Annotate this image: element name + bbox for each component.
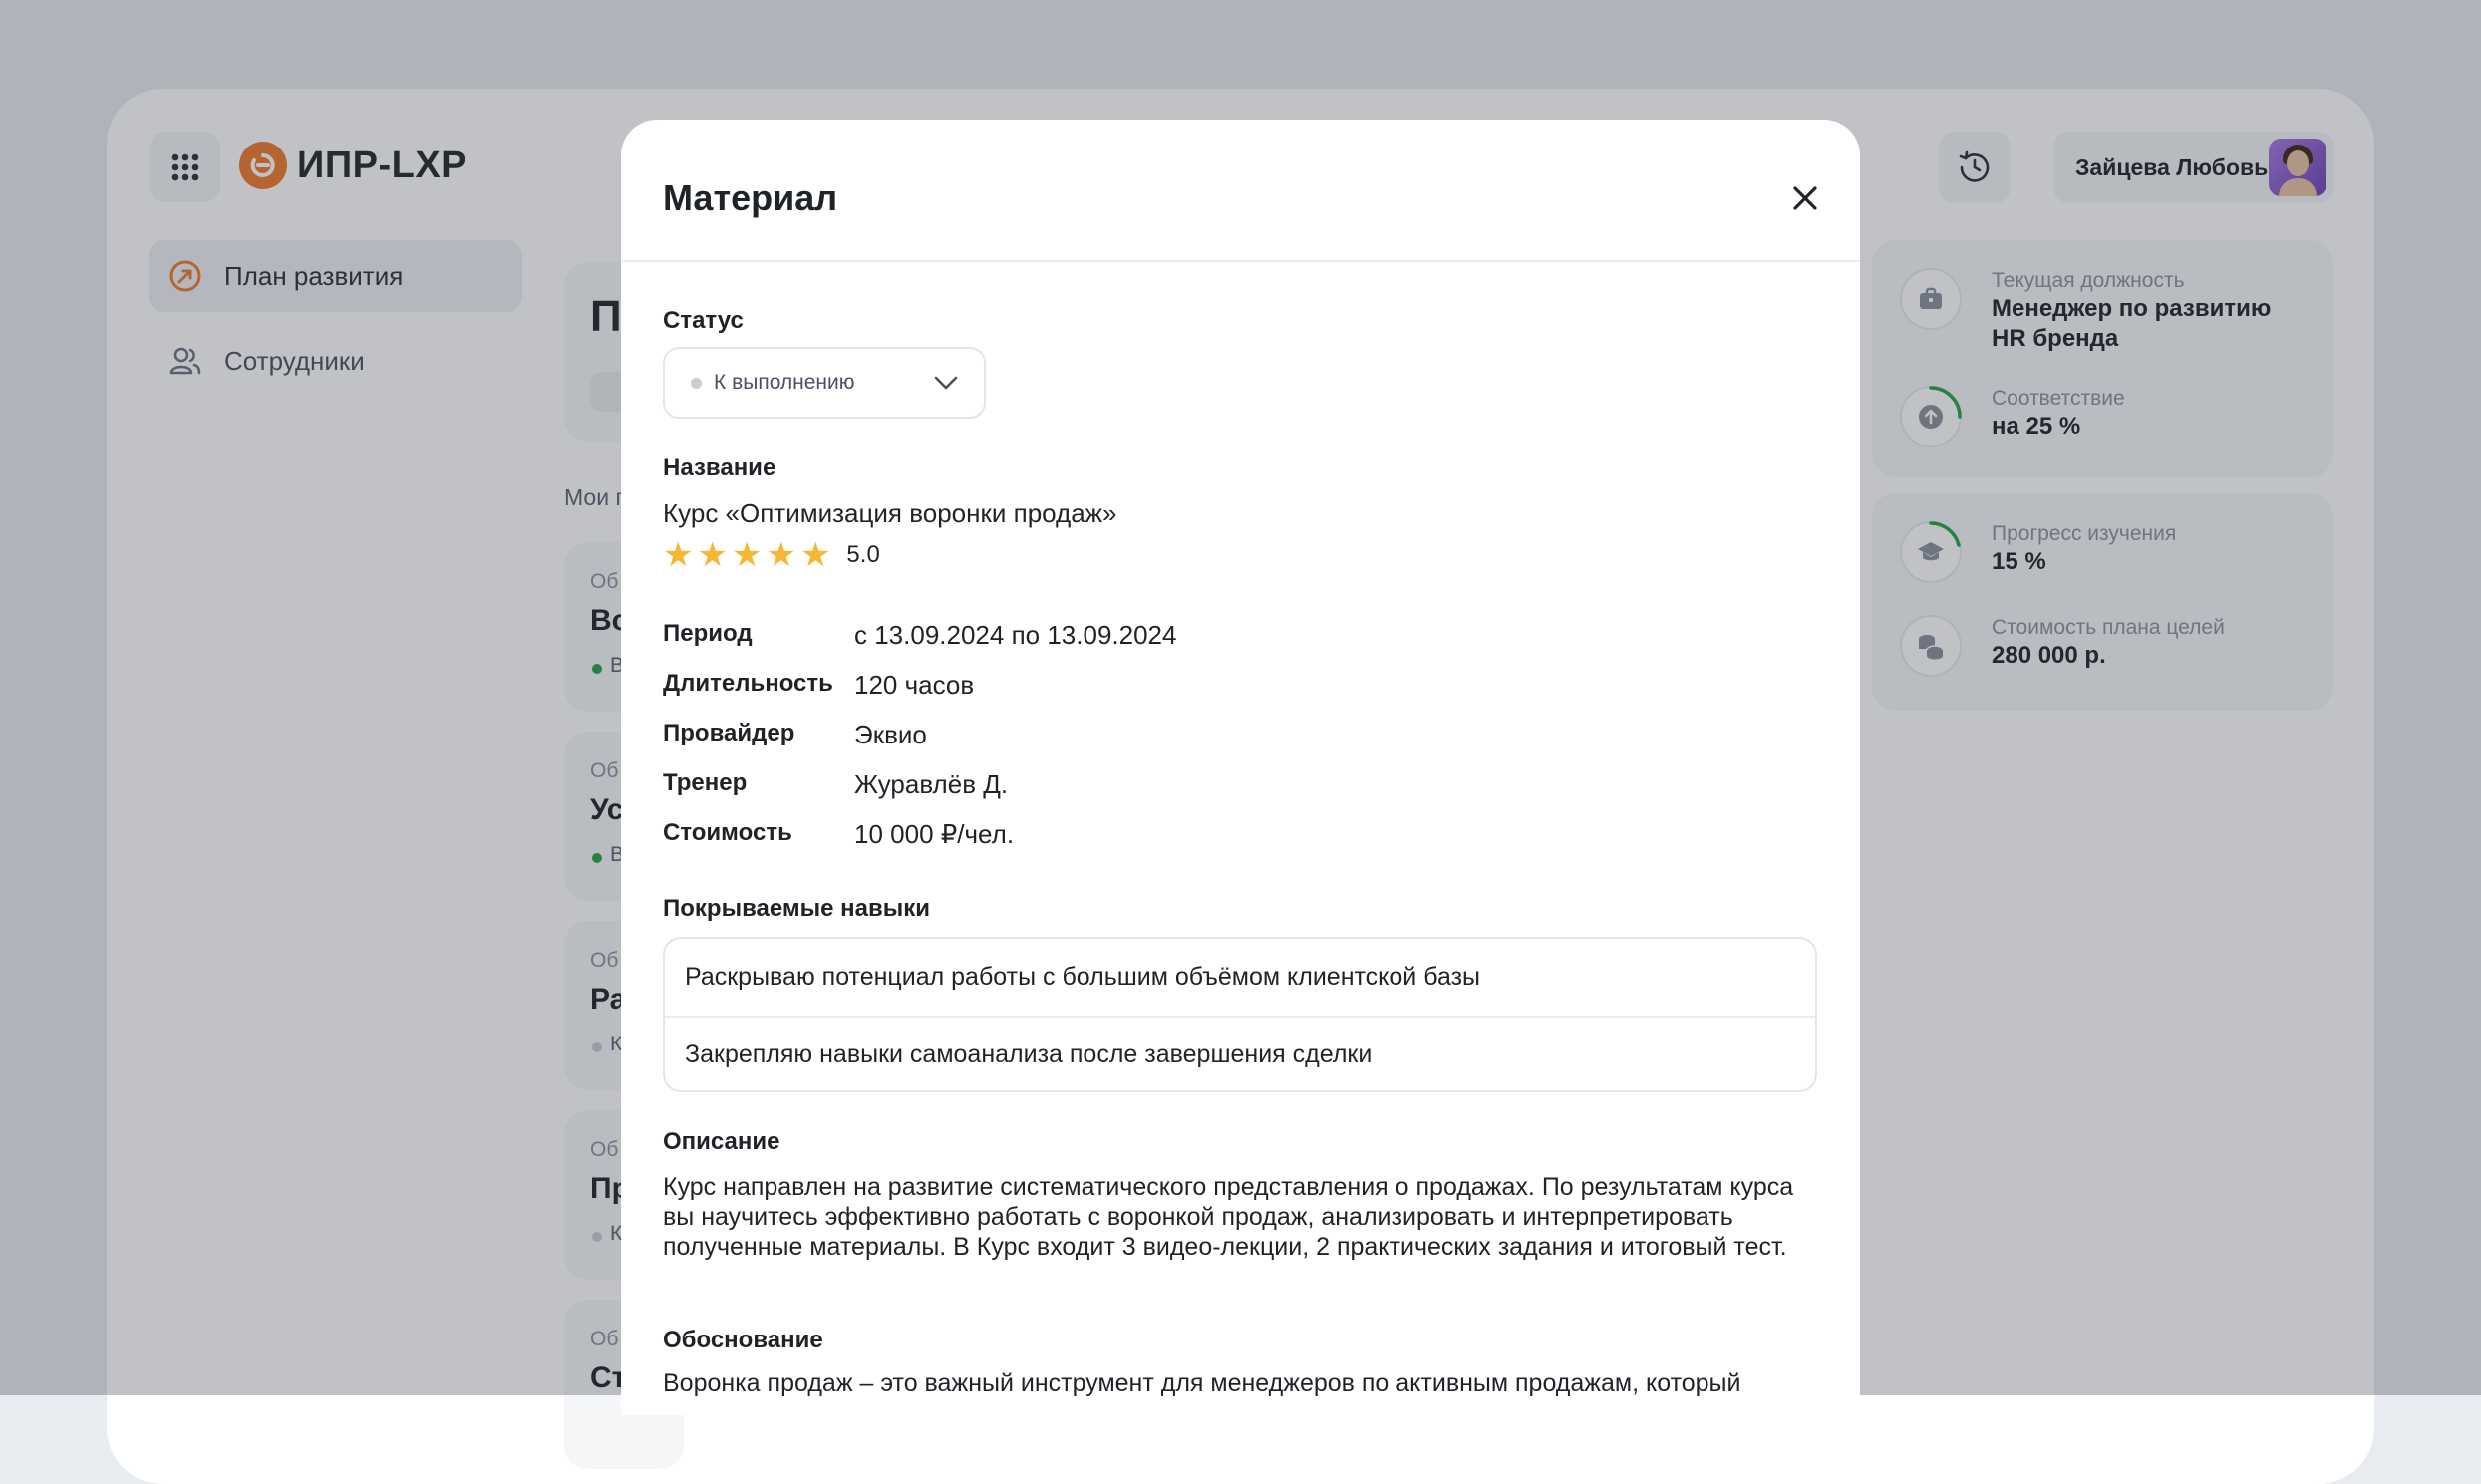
star-icon: ★ (731, 536, 763, 574)
info-key: Провайдер (663, 720, 795, 746)
description-label: Описание (663, 1128, 780, 1155)
star-icon: ★ (766, 536, 796, 574)
modal-title: Материал (663, 177, 838, 218)
info-key: Тренер (663, 769, 748, 796)
status-select[interactable]: К выполнению (663, 347, 986, 419)
status-label: Статус (663, 307, 744, 334)
info-key: Длительность (663, 670, 833, 697)
info-value: 10 000 ₽/чел. (854, 819, 1015, 849)
description-text: Курс направлен на развитие систематическ… (663, 1173, 1794, 1261)
status-dot (691, 377, 702, 389)
info-row-trainer: Тренер Журавлёв Д. (663, 769, 1008, 800)
skills-label: Покрываемые навыки (663, 895, 931, 922)
material-modal: Материал Статус К выполнению Название Ку… (621, 120, 1860, 1415)
list-item: Раскрываю потенциал работы с большим объ… (685, 963, 1481, 991)
info-value: 120 часов (854, 670, 975, 700)
modal-header: Материал (621, 120, 1860, 262)
star-icon: ★ (663, 536, 694, 574)
course-name: Курс «Оптимизация воронки продаж» (663, 498, 1117, 528)
justification-text: Воронка продаж – это важный инструмент д… (663, 1369, 1741, 1397)
info-row-duration: Длительность 120 часов (663, 670, 974, 701)
info-value: Журавлёв Д. (854, 769, 1009, 799)
info-value: с 13.09.2024 по 13.09.2024 (854, 620, 1177, 650)
info-key: Период (663, 620, 753, 647)
info-row-provider: Провайдер Эквио (663, 720, 927, 750)
rating-value: 5.0 (846, 541, 880, 568)
star-icon: ★ (799, 536, 831, 574)
info-row-period: Период с 13.09.2024 по 13.09.2024 (663, 620, 1176, 651)
info-value: Эквио (854, 720, 927, 749)
skills-list: Раскрываю потенциал работы с большим объ… (663, 937, 1817, 1092)
close-icon (1793, 186, 1817, 210)
info-key: Стоимость (663, 819, 792, 846)
justification-label: Обоснование (663, 1327, 823, 1353)
status-value: К выполнению (714, 371, 855, 394)
list-item: Закрепляю навыки самоанализа после завер… (665, 1016, 1815, 1090)
rating: ★ ★ ★ ★ ★ 5.0 (663, 538, 880, 572)
info-row-cost: Стоимость 10 000 ₽/чел. (663, 819, 1014, 850)
name-label: Название (663, 454, 776, 481)
star-icon: ★ (697, 536, 728, 574)
close-button[interactable] (1788, 181, 1822, 215)
chevron-down-icon (934, 376, 958, 390)
